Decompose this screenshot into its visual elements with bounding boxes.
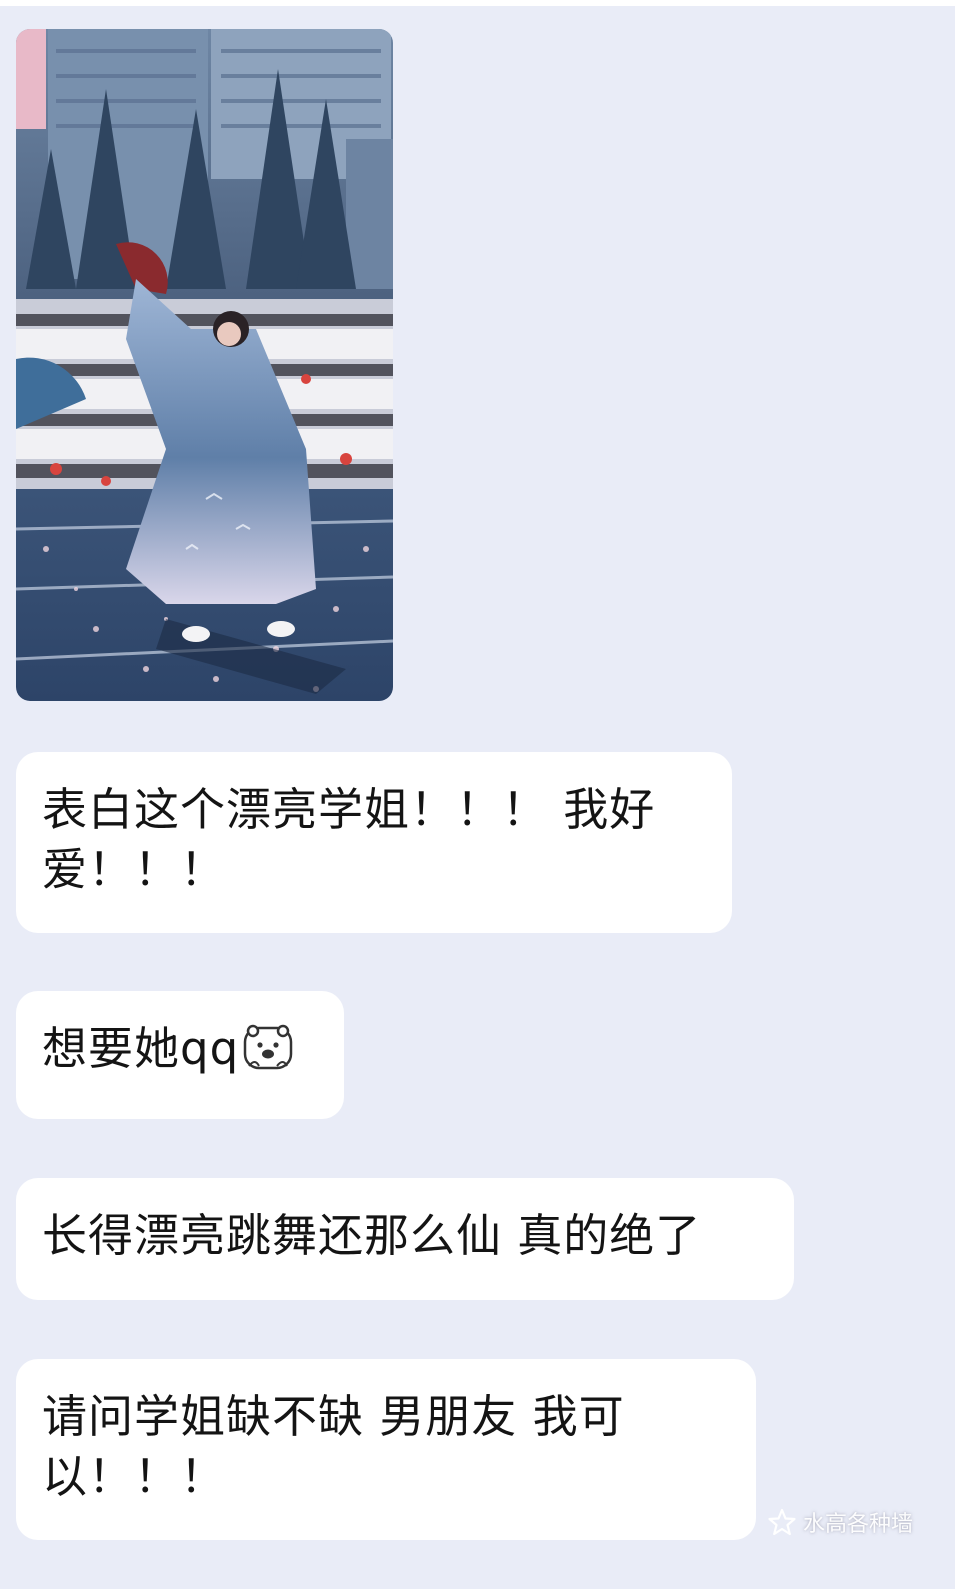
star-logo-icon	[767, 1508, 797, 1536]
message-text: 想要她qq	[42, 1022, 240, 1075]
message-text: 长得漂亮跳舞还那么仙 真的绝了	[42, 1209, 702, 1262]
message-text: 请问学姐缺不缺 男朋友 我可以！！！	[42, 1390, 625, 1503]
message-bubble-3[interactable]: 长得漂亮跳舞还那么仙 真的绝了	[16, 1178, 794, 1300]
watermark: 水高各种墙	[767, 1506, 913, 1538]
image-message[interactable]	[16, 29, 393, 701]
message-bubble-1[interactable]: 表白这个漂亮学姐！！！ 我好爱！！！	[16, 752, 732, 933]
message-bubble-2[interactable]: 想要她qq	[16, 991, 344, 1119]
top-strip	[0, 0, 955, 6]
message-bubble-4[interactable]: 请问学姐缺不缺 男朋友 我可以！！！	[16, 1359, 756, 1540]
bear-face-emoji-icon	[243, 1022, 293, 1072]
dancer-photo	[16, 29, 393, 701]
message-text: 表白这个漂亮学姐！！！ 我好爱！！！	[42, 783, 656, 896]
watermark-text: 水高各种墙	[802, 1512, 913, 1537]
